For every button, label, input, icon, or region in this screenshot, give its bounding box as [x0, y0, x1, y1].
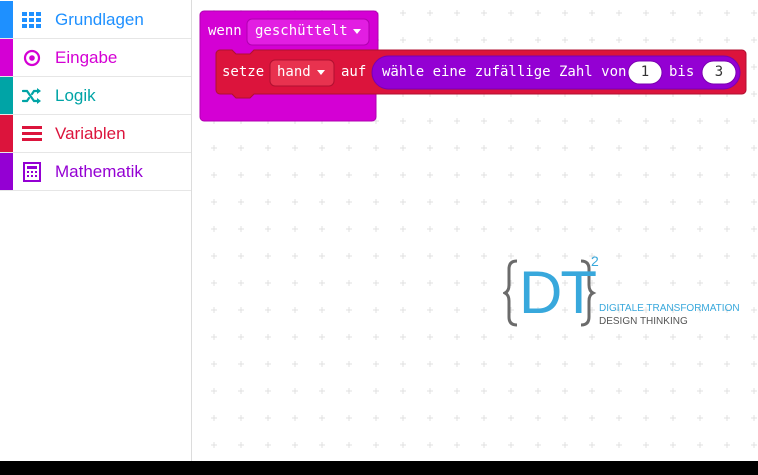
dt-logo: DT 2 DIGITALE TRANSFORMATION DESIGN THIN… [501, 253, 743, 335]
makecode-editor: Grundlagen Eingabe Logik Variablen Mathe… [0, 0, 758, 461]
dt-logo-superscript: 2 [591, 253, 599, 269]
toolbox-item-label: Grundlagen [55, 10, 144, 29]
category-color-bar [0, 115, 13, 152]
event-keyword: wenn [208, 23, 242, 39]
set-connector-label: auf [341, 64, 367, 80]
toolbox-item-label: Eingabe [55, 48, 118, 67]
event-dropdown[interactable]: geschüttelt [255, 23, 348, 39]
list-icon [22, 124, 42, 144]
from-number-input[interactable]: 1 [628, 64, 662, 80]
toolbox-item-mathematik[interactable]: Mathematik [0, 153, 191, 191]
random-block-label: wähle eine zufällige Zahl von [382, 64, 627, 80]
toolbox-item-eingabe[interactable]: Eingabe [0, 39, 191, 77]
toolbox-item-label: Logik [55, 86, 96, 105]
calculator-icon [22, 162, 42, 182]
toolbox-item-variablen[interactable]: Variablen [0, 115, 191, 153]
category-color-bar [0, 153, 13, 190]
dt-logo-line2: DESIGN THINKING [599, 316, 688, 327]
toolbox-item-label: Variablen [55, 124, 126, 143]
toolbox-sidebar: Grundlagen Eingabe Logik Variablen Mathe… [0, 0, 192, 461]
to-keyword: bis [669, 64, 695, 80]
variable-dropdown[interactable]: hand [277, 64, 311, 80]
to-number-input[interactable]: 3 [702, 64, 736, 80]
target-icon [22, 48, 42, 68]
toolbox-item-label: Mathematik [55, 162, 143, 181]
dt-logo-line1: DIGITALE TRANSFORMATION [599, 303, 740, 314]
shuffle-icon [22, 86, 42, 106]
toolbox-item-logik[interactable]: Logik [0, 77, 191, 115]
grid-icon [22, 10, 42, 30]
category-color-bar [0, 1, 13, 38]
set-keyword: setze [222, 64, 265, 80]
category-color-bar [0, 39, 13, 76]
dt-logo-letters: DT [519, 259, 597, 326]
toolbox-item-grundlagen[interactable]: Grundlagen [0, 1, 191, 39]
category-color-bar [0, 77, 13, 114]
